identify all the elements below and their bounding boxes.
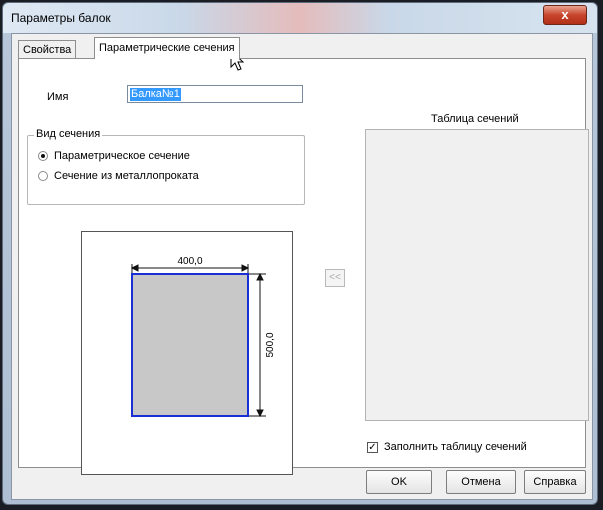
window-title: Параметры балок: [11, 11, 111, 25]
radio-label: Сечение из металлопроката: [54, 170, 199, 182]
cancel-button[interactable]: Отмена: [446, 470, 516, 494]
fill-table-checkbox[interactable]: ✓ Заполнить таблицу сечений: [367, 441, 527, 453]
copy-to-table-button[interactable]: <<: [325, 269, 345, 287]
width-dimension-label: 400,0: [177, 256, 202, 267]
help-button[interactable]: Справка: [524, 470, 586, 494]
section-preview-drawing: 400,0 500,0: [130, 256, 276, 418]
ok-button[interactable]: OK: [366, 470, 432, 494]
name-input-value: Балка№1: [130, 88, 181, 101]
fill-table-label: Заполнить таблицу сечений: [384, 441, 527, 453]
dialog-client: Свойства Параметрические сечения Имя Бал…: [11, 33, 593, 500]
name-label: Имя: [47, 91, 69, 103]
tab-properties[interactable]: Свойства: [18, 40, 77, 58]
tab-parametric-sections[interactable]: Параметрические сечения: [94, 37, 240, 59]
sections-table-title: Таблица сечений: [431, 113, 519, 125]
dialog-window: Параметры балок x Свойства Параметрическ…: [2, 2, 598, 505]
close-button[interactable]: x: [543, 5, 587, 25]
radio-button-selected[interactable]: [38, 151, 48, 161]
title-bar[interactable]: Параметры балок x: [3, 3, 597, 33]
checkbox-checked[interactable]: ✓: [367, 441, 378, 453]
radio-label: Параметрическое сечение: [54, 150, 190, 162]
section-preview: 400,0 500,0: [81, 231, 293, 475]
section-type-group: Вид сечения Параметрическое сечение Сече…: [27, 128, 305, 205]
name-input[interactable]: Балка№1: [127, 85, 303, 103]
section-type-legend: Вид сечения: [34, 128, 103, 140]
beam-section-rect: [131, 273, 249, 417]
radio-button[interactable]: [38, 171, 48, 181]
radio-rolled-metal-section[interactable]: Сечение из металлопроката: [38, 170, 199, 182]
height-dimension-label: 500,0: [265, 332, 276, 357]
radio-parametric-section[interactable]: Параметрическое сечение: [38, 150, 190, 162]
tab-panel: Имя Балка№1 Вид сечения Параметрическое …: [18, 58, 589, 475]
sections-table-list[interactable]: [365, 129, 589, 421]
